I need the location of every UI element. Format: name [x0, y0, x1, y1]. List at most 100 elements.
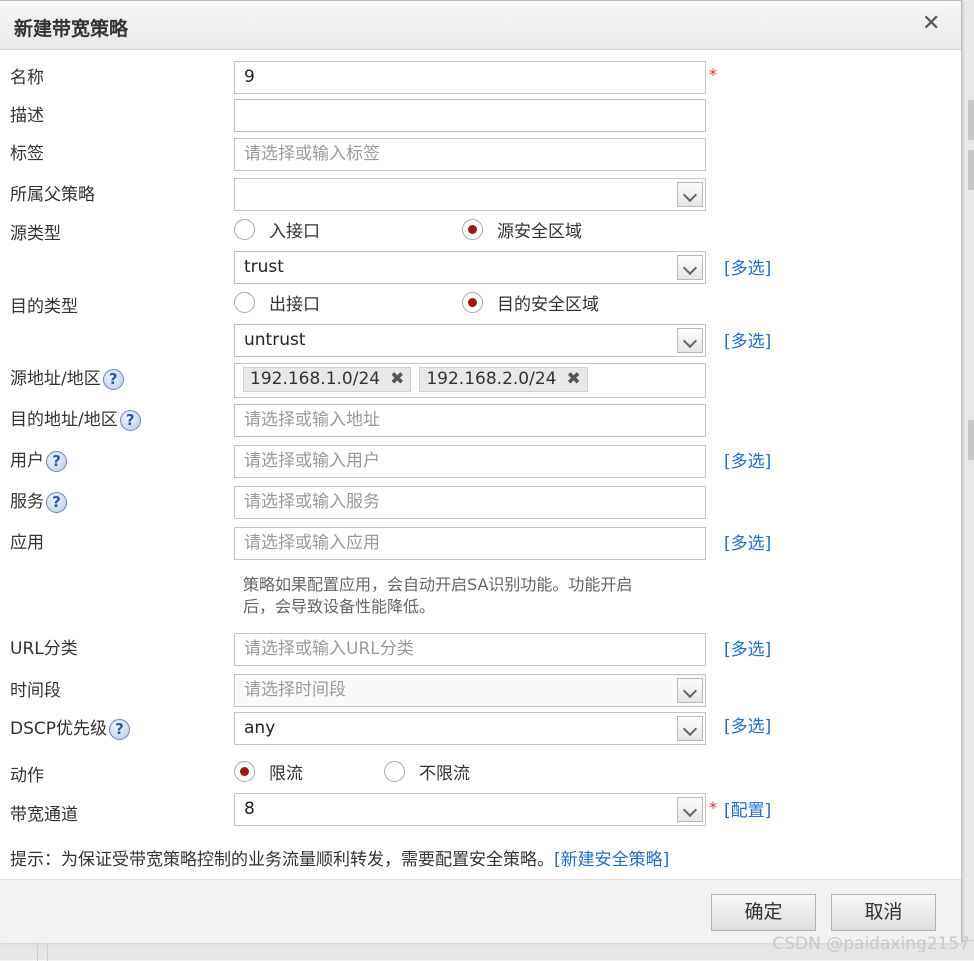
application-note-line: 后，会导致设备性能降低。 [243, 597, 436, 616]
description-label: 描述 [10, 106, 44, 126]
background-cell [38, 941, 48, 961]
bandwidth-channel-value: 8 [244, 799, 255, 819]
description-input[interactable] [234, 99, 706, 132]
dscp-value: any [244, 718, 276, 738]
watermark: CSDN @paidaxing2157 [772, 934, 970, 954]
destination-zone-value: untrust [244, 330, 306, 350]
application-input[interactable]: 请选择或输入应用 [234, 527, 706, 560]
application-note: 策略如果配置应用，会自动开启SA识别功能。功能开启 后，会导致设备性能降低。 [243, 574, 703, 618]
radio-label: 入接口 [269, 222, 320, 242]
radio-source-zone[interactable]: 源安全区域 [462, 217, 582, 242]
address-tag-text: 192.168.2.0/24 [426, 369, 557, 389]
name-label: 名称 [10, 68, 44, 88]
help-icon[interactable]: ? [102, 368, 124, 390]
background-page-edge [962, 0, 974, 960]
background-edge-mark [968, 420, 974, 460]
chevron-down-icon[interactable] [677, 678, 703, 703]
remove-tag-icon[interactable]: ✖ [566, 369, 580, 389]
application-label: 应用 [10, 533, 44, 553]
source-address-label-text: 源地址/地区 [10, 369, 101, 389]
destination-address-label-text: 目的地址/地区 [10, 410, 118, 430]
required-mark: * [709, 798, 717, 817]
user-multiselect-link[interactable]: [多选] [724, 447, 771, 472]
service-label-text: 服务 [10, 492, 44, 512]
chevron-down-icon[interactable] [677, 797, 703, 822]
security-policy-hint: 提示：为保证受带宽策略控制的业务流量顺利转发，需要配置安全策略。[新建安全策略] [10, 845, 669, 870]
dscp-label-text: DSCP优先级 [10, 719, 108, 739]
dialog-title: 新建带宽策略 [14, 18, 129, 40]
radio-label: 不限流 [419, 764, 470, 784]
bandwidth-channel-config-link[interactable]: [配置] [724, 796, 771, 821]
chevron-down-icon[interactable] [677, 182, 703, 207]
radio-label: 源安全区域 [497, 222, 582, 242]
radio-circle [384, 761, 405, 782]
schedule-select[interactable]: 请选择时间段 [234, 674, 706, 707]
address-tag: 192.168.2.0/24 ✖ [419, 367, 588, 392]
dialog-titlebar: 新建带宽策略 ✕ [0, 1, 961, 50]
help-icon[interactable]: ? [109, 718, 131, 740]
radio-egress-interface[interactable]: 出接口 [234, 290, 320, 315]
radio-label: 出接口 [269, 295, 320, 315]
destination-type-label: 目的类型 [10, 297, 78, 317]
radio-circle-selected [234, 761, 255, 782]
remove-tag-icon[interactable]: ✖ [390, 369, 404, 389]
destination-address-input[interactable]: 请选择或输入地址 [234, 404, 706, 437]
chevron-down-icon[interactable] [677, 716, 703, 741]
radio-destination-zone[interactable]: 目的安全区域 [462, 290, 599, 315]
radio-circle-selected [462, 292, 483, 313]
name-input[interactable]: 9 [234, 61, 706, 94]
url-category-label: URL分类 [10, 639, 78, 659]
radio-circle [234, 292, 255, 313]
radio-ingress-interface[interactable]: 入接口 [234, 217, 320, 242]
radio-circle-selected [462, 219, 483, 240]
bandwidth-channel-select[interactable]: 8 [234, 793, 706, 826]
radio-rate-limit[interactable]: 限流 [234, 759, 303, 784]
source-zone-value: trust [244, 257, 284, 277]
parent-policy-label: 所属父策略 [10, 185, 95, 205]
radio-no-limit[interactable]: 不限流 [384, 759, 470, 784]
application-note-line: 策略如果配置应用，会自动开启SA识别功能。功能开启 [243, 575, 633, 594]
source-address-label: 源地址/地区? [10, 364, 124, 390]
service-input[interactable]: 请选择或输入服务 [234, 486, 706, 519]
user-label: 用户? [10, 446, 67, 472]
destination-address-label: 目的地址/地区? [10, 405, 141, 431]
chevron-down-icon[interactable] [677, 255, 703, 280]
destination-zone-multiselect-link[interactable]: [多选] [724, 327, 771, 352]
cancel-button[interactable]: 取消 [831, 894, 936, 931]
new-security-policy-link[interactable]: [新建安全策略] [554, 850, 669, 870]
user-input[interactable]: 请选择或输入用户 [234, 445, 706, 478]
background-cell [0, 941, 38, 961]
service-label: 服务? [10, 487, 67, 513]
background-edge-mark [968, 150, 974, 190]
tags-input[interactable]: 请选择或输入标签 [234, 138, 706, 171]
bandwidth-channel-label: 带宽通道 [10, 805, 78, 825]
source-zone-multiselect-link[interactable]: [多选] [724, 254, 771, 279]
schedule-placeholder: 请选择时间段 [244, 680, 346, 700]
ok-button[interactable]: 确定 [711, 894, 816, 931]
parent-policy-select[interactable] [234, 178, 706, 211]
source-address-input[interactable]: 192.168.1.0/24 ✖ 192.168.2.0/24 ✖ [234, 363, 706, 398]
new-bandwidth-policy-dialog: 新建带宽策略 ✕ 名称 9 * 描述 标签 请选择或输入标签 所属父策略 源类型… [0, 0, 962, 943]
user-label-text: 用户 [10, 451, 44, 471]
help-icon[interactable]: ? [46, 491, 67, 513]
application-multiselect-link[interactable]: [多选] [724, 529, 771, 554]
action-label: 动作 [10, 766, 44, 786]
chevron-down-icon[interactable] [677, 328, 703, 353]
url-category-input[interactable]: 请选择或输入URL分类 [234, 633, 706, 666]
schedule-label: 时间段 [10, 681, 61, 701]
source-type-label: 源类型 [10, 224, 61, 244]
dscp-multiselect-link[interactable]: [多选] [724, 712, 771, 737]
address-tag-text: 192.168.1.0/24 [250, 369, 381, 389]
destination-zone-select[interactable]: untrust [234, 324, 706, 357]
required-mark: * [709, 65, 717, 84]
close-icon[interactable]: ✕ [922, 11, 940, 36]
hint-text: 提示：为保证受带宽策略控制的业务流量顺利转发，需要配置安全策略。 [10, 850, 554, 870]
radio-label: 目的安全区域 [497, 295, 599, 315]
dscp-label: DSCP优先级? [10, 714, 131, 740]
background-edge-mark [968, 100, 974, 140]
url-category-multiselect-link[interactable]: [多选] [724, 635, 771, 660]
source-zone-select[interactable]: trust [234, 251, 706, 284]
help-icon[interactable]: ? [46, 450, 67, 472]
dscp-select[interactable]: any [234, 712, 706, 745]
help-icon[interactable]: ? [119, 409, 141, 431]
